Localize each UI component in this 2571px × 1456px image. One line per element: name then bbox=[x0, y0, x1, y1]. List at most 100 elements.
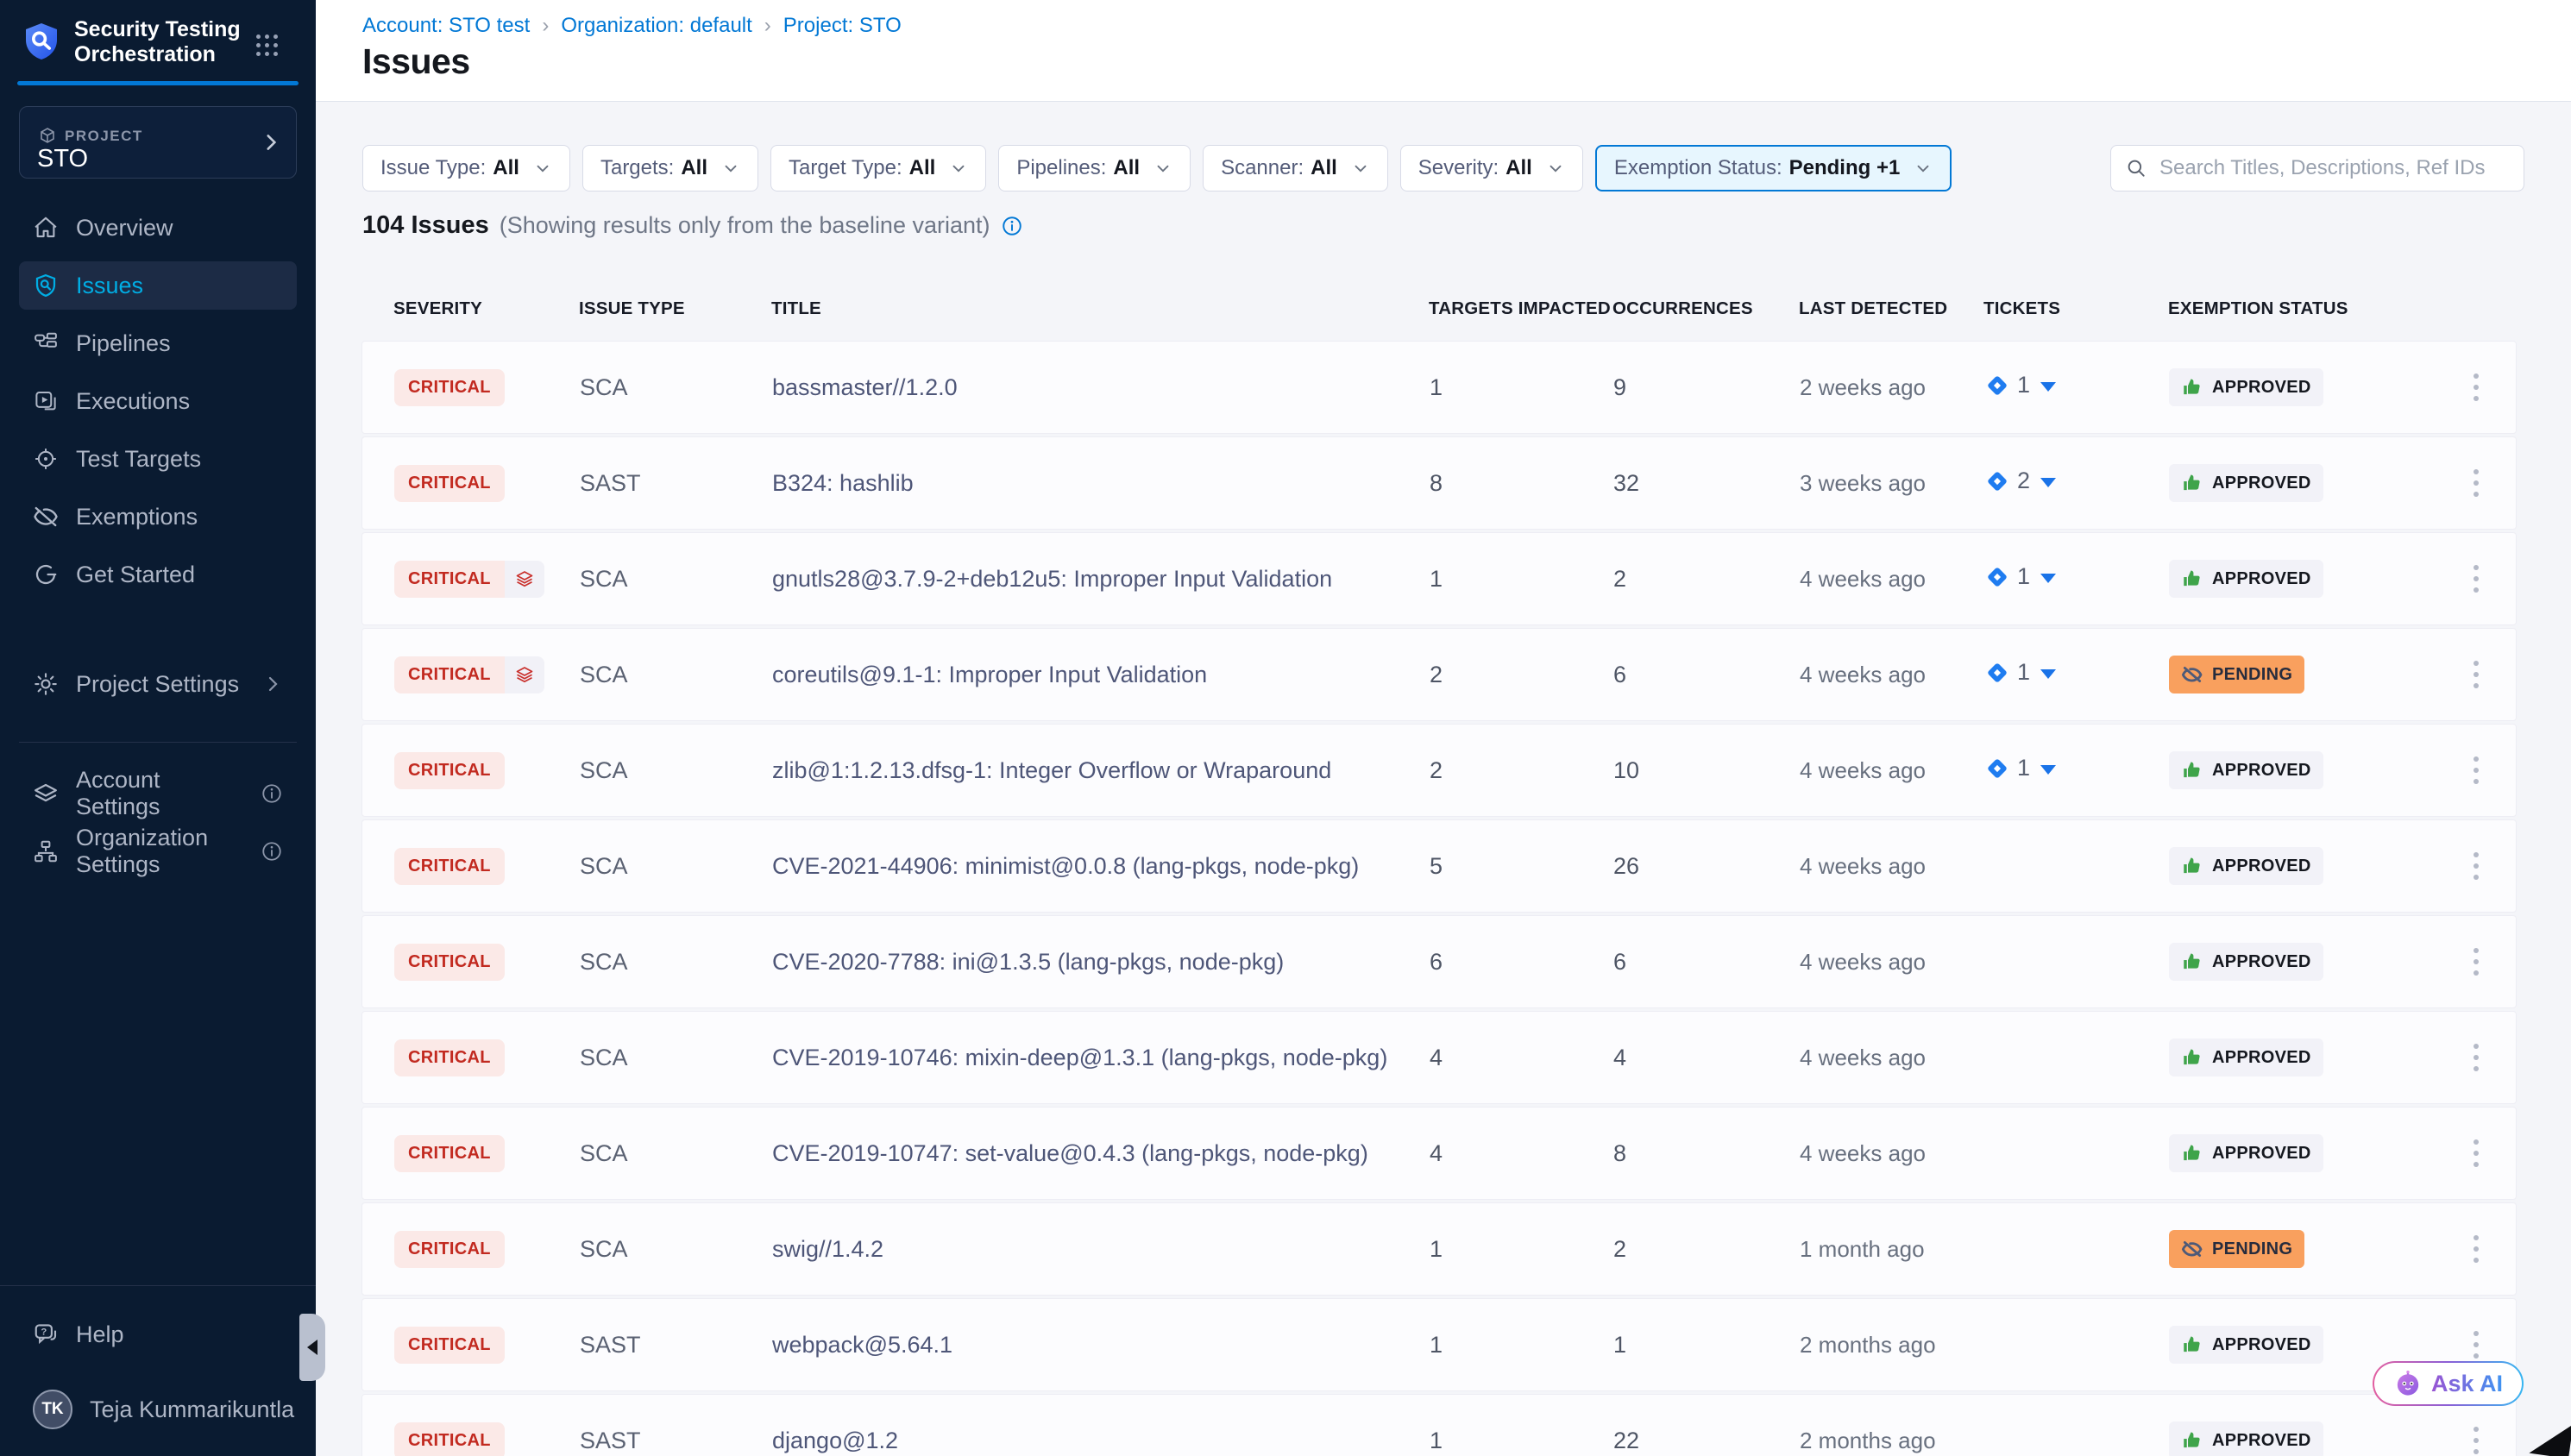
sidebar-item-project-settings[interactable]: Project Settings bbox=[19, 660, 297, 708]
severity-badge: CRITICAL bbox=[394, 561, 505, 598]
thumbs-up-icon bbox=[2181, 472, 2203, 494]
occurrences-value: 22 bbox=[1613, 1428, 1800, 1454]
info-icon[interactable] bbox=[1001, 215, 1023, 237]
exemption-status-label: APPROVED bbox=[2212, 857, 2311, 876]
issue-row[interactable]: CRITICAL SCA CVE-2019-10746: mixin-deep@… bbox=[361, 1011, 2517, 1104]
exemption-status-badge: APPROVED bbox=[2169, 943, 2323, 981]
row-menu-kebab-icon[interactable] bbox=[2468, 464, 2484, 502]
info-icon[interactable] bbox=[261, 782, 283, 805]
issue-title: zlib@1:1.2.13.dfsg-1: Integer Overflow o… bbox=[772, 757, 1430, 784]
sidebar-item-test-targets[interactable]: Test Targets bbox=[19, 435, 297, 483]
project-selector[interactable]: PROJECT STO bbox=[19, 106, 297, 179]
severity-badge: CRITICAL bbox=[394, 944, 505, 981]
issue-type: SCA bbox=[580, 1236, 772, 1263]
filter-pill-severity[interactable]: Severity:All bbox=[1400, 145, 1583, 191]
sidebar-item-executions[interactable]: Executions bbox=[19, 377, 297, 425]
sidebar-item-user[interactable]: TK Teja Kummarikuntla bbox=[19, 1385, 297, 1434]
filter-pill-target-type[interactable]: Target Type:All bbox=[770, 145, 986, 191]
issue-row[interactable]: CRITICAL SCA CVE-2021-44906: minimist@0.… bbox=[361, 819, 2517, 913]
exemption-status-label: APPROVED bbox=[2212, 761, 2311, 781]
filter-pill-scanner[interactable]: Scanner:All bbox=[1203, 145, 1388, 191]
sidebar-collapse-handle[interactable] bbox=[299, 1314, 325, 1381]
targets-impacted-value: 5 bbox=[1430, 853, 1613, 880]
sidebar-item-help[interactable]: ? Help bbox=[19, 1310, 297, 1359]
ticket-caret-icon bbox=[2040, 574, 2056, 583]
row-menu-kebab-icon[interactable] bbox=[2468, 751, 2484, 789]
issue-row[interactable]: CRITICAL SCA zlib@1:1.2.13.dfsg-1: Integ… bbox=[361, 724, 2517, 817]
row-menu-kebab-icon[interactable] bbox=[2468, 943, 2484, 981]
issue-type: SCA bbox=[580, 757, 772, 784]
issue-type: SCA bbox=[580, 949, 772, 976]
row-menu-kebab-icon[interactable] bbox=[2468, 368, 2484, 406]
row-menu-kebab-icon[interactable] bbox=[2468, 1230, 2484, 1268]
ticket-dropdown[interactable]: 1 bbox=[1984, 563, 2056, 590]
ticket-dropdown[interactable]: 2 bbox=[1984, 468, 2056, 494]
exemption-status-badge: APPROVED bbox=[2169, 751, 2323, 789]
sidebar-item-account-settings[interactable]: Account Settings bbox=[19, 769, 297, 818]
filter-pill-exemption-status[interactable]: Exemption Status:Pending +1 bbox=[1595, 145, 1952, 191]
issue-row[interactable]: CRITICAL SCA CVE-2020-7788: ini@1.3.5 (l… bbox=[361, 915, 2517, 1008]
jira-ticket-icon bbox=[1984, 468, 2010, 494]
issue-title: bassmaster//1.2.0 bbox=[772, 374, 1430, 401]
issue-row[interactable]: CRITICAL SCA swig//1.4.2 1 2 1 month ago bbox=[361, 1202, 2517, 1296]
sidebar-item-overview[interactable]: Overview bbox=[19, 204, 297, 252]
ticket-dropdown[interactable]: 1 bbox=[1984, 755, 2056, 781]
row-menu-kebab-icon[interactable] bbox=[2468, 1039, 2484, 1076]
target-crosshair-icon bbox=[33, 446, 59, 472]
ticket-dropdown[interactable]: 1 bbox=[1984, 659, 2056, 686]
filter-pill-issue-type[interactable]: Issue Type:All bbox=[362, 145, 570, 191]
breadcrumb-account-link[interactable]: Account: STO test bbox=[362, 14, 530, 38]
issue-row[interactable]: CRITICAL SAST django@1.2 1 22 2 months a… bbox=[361, 1394, 2517, 1456]
info-icon[interactable] bbox=[261, 840, 283, 863]
layers-gear-icon bbox=[33, 781, 59, 806]
filter-label: Pipelines: bbox=[1016, 156, 1106, 180]
search-input[interactable] bbox=[2158, 155, 2510, 181]
sidebar-item-issues[interactable]: Issues bbox=[19, 261, 297, 310]
sidebar-item-exemptions[interactable]: Exemptions bbox=[19, 493, 297, 541]
targets-impacted-value: 1 bbox=[1430, 1428, 1613, 1454]
breadcrumb-org-link[interactable]: Organization: default bbox=[561, 14, 751, 38]
sidebar-item-label: Help bbox=[76, 1321, 124, 1348]
exemption-status-badge: APPROVED bbox=[2169, 1326, 2323, 1364]
ask-ai-button[interactable]: Ask AI bbox=[2373, 1361, 2524, 1406]
exemption-status-label: APPROVED bbox=[2212, 474, 2311, 493]
sidebar-item-label: Organization Settings bbox=[76, 825, 243, 878]
row-menu-kebab-icon[interactable] bbox=[2468, 1134, 2484, 1172]
issue-row[interactable]: CRITICAL SCA bassmaster//1.2.0 1 9 2 wee… bbox=[361, 341, 2517, 434]
ticket-dropdown[interactable]: 1 bbox=[1984, 372, 2056, 399]
sidebar-item-pipelines[interactable]: Pipelines bbox=[19, 319, 297, 367]
filter-pill-pipelines[interactable]: Pipelines: All bbox=[998, 145, 1191, 191]
issue-type: SAST bbox=[580, 470, 772, 497]
project-cube-icon bbox=[37, 126, 58, 147]
table-header: SEVERITY ISSUE TYPE TITLE TARGETS IMPACT… bbox=[361, 296, 2517, 322]
targets-impacted-value: 1 bbox=[1430, 1236, 1613, 1263]
row-menu-kebab-icon[interactable] bbox=[2468, 1421, 2484, 1456]
row-menu-kebab-icon[interactable] bbox=[2468, 847, 2484, 885]
severity-badge: CRITICAL bbox=[394, 1231, 505, 1268]
row-menu-kebab-icon[interactable] bbox=[2468, 656, 2484, 693]
search-box bbox=[2110, 145, 2524, 191]
col-header-last-detected: LAST DETECTED bbox=[1799, 298, 1983, 319]
module-switcher-grid-icon[interactable] bbox=[256, 35, 279, 57]
thumbs-up-icon bbox=[2181, 1142, 2203, 1164]
issue-row[interactable]: CRITICAL SAST B324: hashlib 8 32 3 weeks… bbox=[361, 436, 2517, 530]
issue-row[interactable]: CRITICAL SCA gnutls28@3.7.9-2+deb12u5: I… bbox=[361, 532, 2517, 625]
col-header-tickets: TICKETS bbox=[1983, 298, 2168, 319]
issue-row[interactable]: CRITICAL SAST webpack@5.64.1 1 1 2 month… bbox=[361, 1298, 2517, 1391]
filter-value: Pending +1 bbox=[1789, 156, 1901, 180]
severity-badge: CRITICAL bbox=[394, 1039, 505, 1076]
content-area: Issue Type:All Targets:All Target Type:All… bbox=[316, 103, 2571, 1456]
last-detected-value: 4 weeks ago bbox=[1800, 949, 1984, 976]
sidebar-item-organization-settings[interactable]: Organization Settings bbox=[19, 827, 297, 875]
issue-row[interactable]: CRITICAL SCA CVE-2019-10747: set-value@0… bbox=[361, 1107, 2517, 1200]
filter-pill-targets[interactable]: Targets:All bbox=[582, 145, 758, 191]
filter-value: All bbox=[1113, 156, 1140, 180]
sidebar-item-get-started[interactable]: Get Started bbox=[19, 550, 297, 599]
breadcrumb-project-link[interactable]: Project: STO bbox=[783, 14, 902, 38]
sidebar-item-label: Get Started bbox=[76, 562, 195, 588]
sidebar-item-label: Pipelines bbox=[76, 330, 171, 357]
issue-row[interactable]: CRITICAL SCA coreutils@9.1-1: Improper I… bbox=[361, 628, 2517, 721]
sidebar-item-label: Project Settings bbox=[76, 671, 239, 698]
row-menu-kebab-icon[interactable] bbox=[2468, 1326, 2484, 1364]
row-menu-kebab-icon[interactable] bbox=[2468, 560, 2484, 598]
